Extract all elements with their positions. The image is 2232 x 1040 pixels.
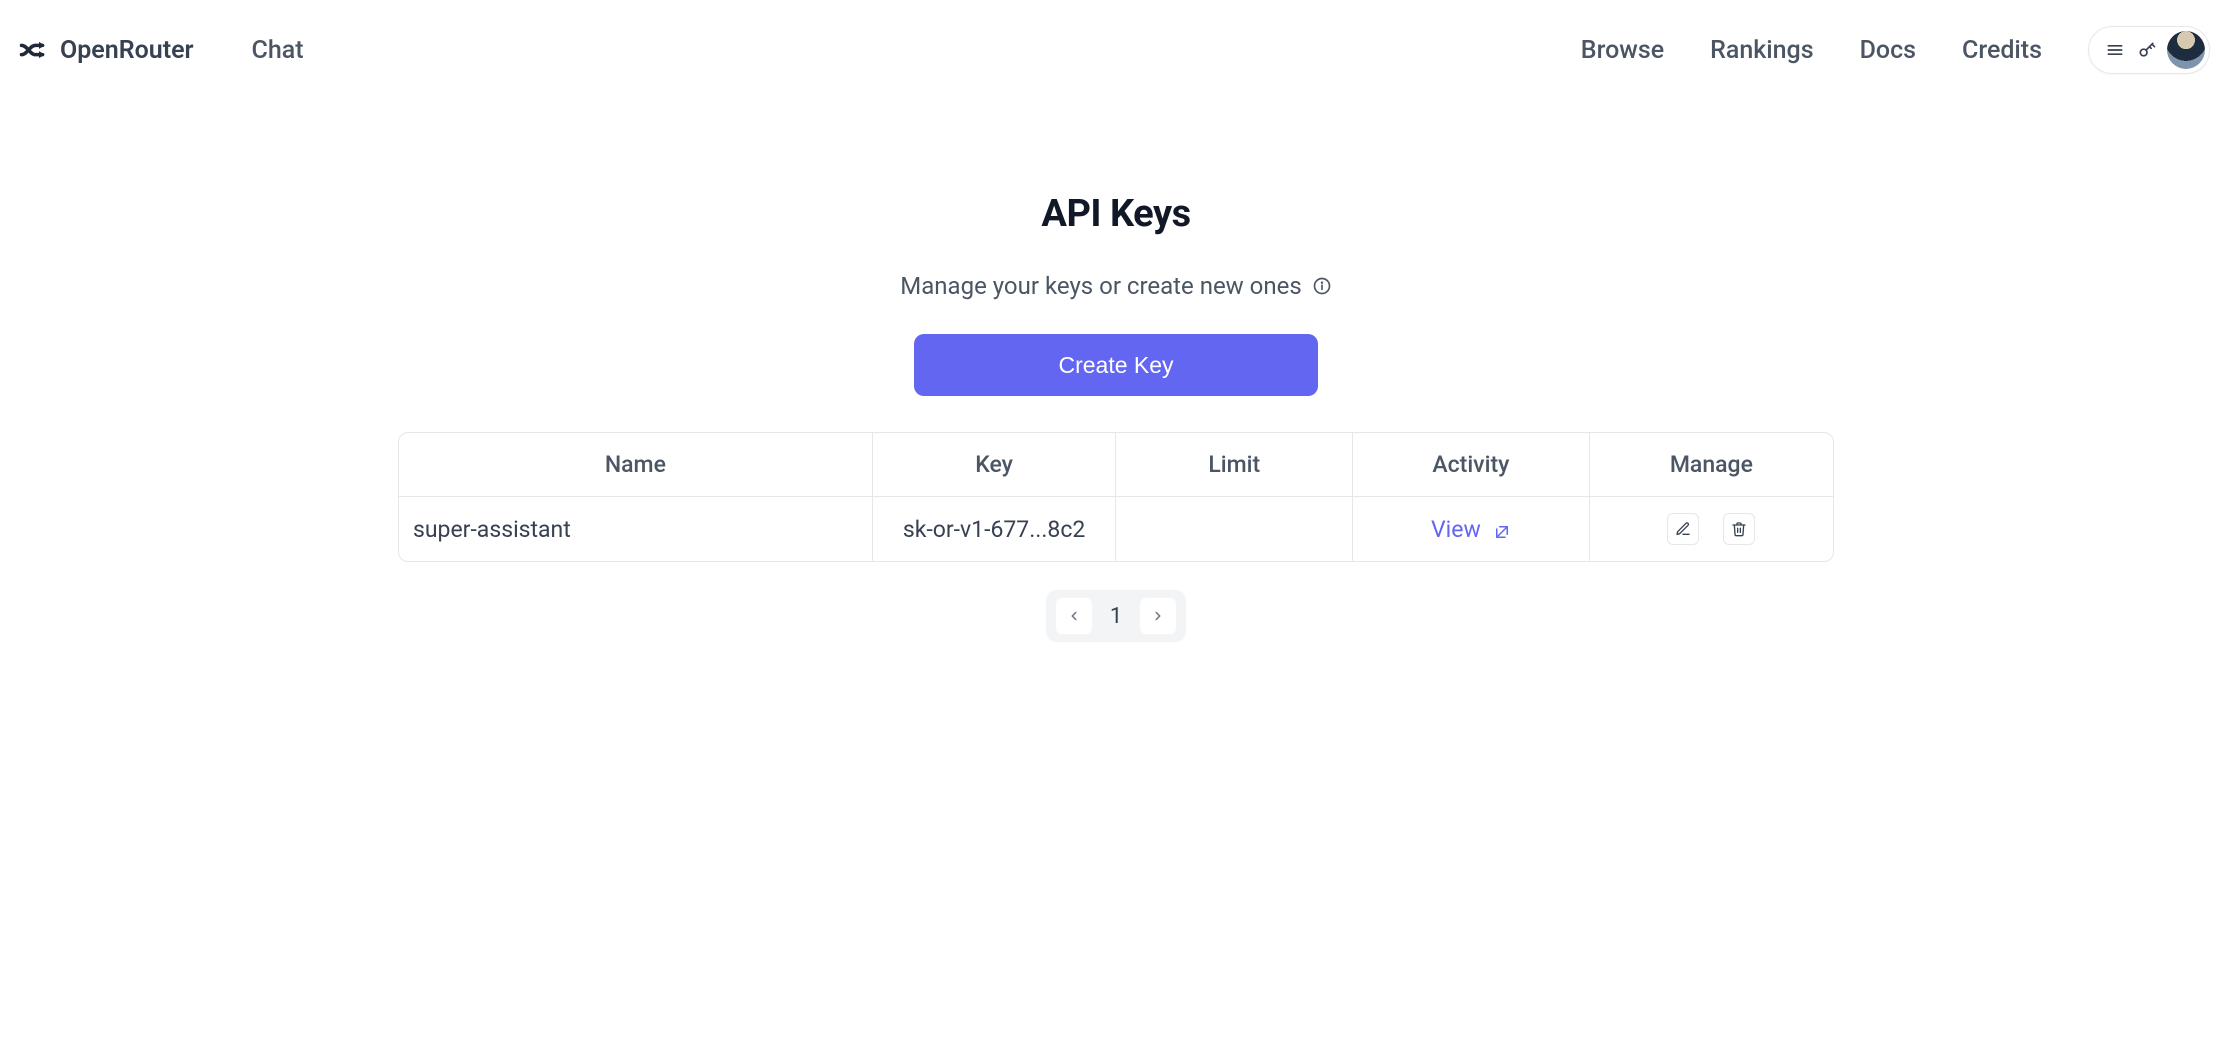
nav-link-browse[interactable]: Browse <box>1581 36 1664 65</box>
col-header-limit: Limit <box>1116 433 1353 497</box>
external-link-icon <box>1493 520 1511 538</box>
nav-link-chat[interactable]: Chat <box>252 36 304 65</box>
col-header-manage: Manage <box>1589 433 1833 497</box>
delete-key-button[interactable] <box>1723 513 1755 545</box>
brand[interactable]: OpenRouter <box>18 36 194 65</box>
pagination: 1 <box>1046 590 1186 642</box>
cell-activity: View <box>1353 497 1590 562</box>
col-header-activity: Activity <box>1353 433 1590 497</box>
info-icon[interactable] <box>1312 276 1332 296</box>
cell-manage <box>1589 497 1833 562</box>
page-subtitle-row: Manage your keys or create new ones <box>397 272 1835 300</box>
nav-left: OpenRouter Chat <box>18 36 304 65</box>
cell-name: super-assistant <box>399 497 872 562</box>
nav-link-credits[interactable]: Credits <box>1962 36 2042 65</box>
nav-link-rankings[interactable]: Rankings <box>1710 36 1814 65</box>
avatar[interactable] <box>2167 31 2205 69</box>
brand-logo-icon <box>18 36 46 64</box>
next-page-button[interactable] <box>1140 598 1176 634</box>
col-header-name: Name <box>399 433 872 497</box>
view-activity-link[interactable]: View <box>1431 516 1511 543</box>
nav-link-docs[interactable]: Docs <box>1860 36 1916 65</box>
menu-icon[interactable] <box>2103 38 2127 62</box>
top-nav: OpenRouter Chat Browse Rankings Docs Cre… <box>0 0 2232 100</box>
create-key-button[interactable]: Create Key <box>914 334 1318 396</box>
current-page-number: 1 <box>1102 604 1130 629</box>
col-header-key: Key <box>872 433 1116 497</box>
page-title: API Keys <box>397 192 1835 236</box>
edit-key-button[interactable] <box>1667 513 1699 545</box>
page-subtitle: Manage your keys or create new ones <box>900 272 1301 300</box>
prev-page-button[interactable] <box>1056 598 1092 634</box>
table-row: super-assistant sk-or-v1-677...8c2 View <box>399 497 1833 562</box>
view-activity-label: View <box>1431 516 1481 543</box>
table-header-row: Name Key Limit Activity Manage <box>399 433 1833 497</box>
main-content: API Keys Manage your keys or create new … <box>397 100 1835 642</box>
nav-right: Browse Rankings Docs Credits <box>1581 26 2210 74</box>
brand-name: OpenRouter <box>60 36 194 65</box>
api-keys-table: Name Key Limit Activity Manage super-ass… <box>398 432 1834 562</box>
key-icon[interactable] <box>2135 38 2159 62</box>
nav-user-pill <box>2088 26 2210 74</box>
cell-limit <box>1116 497 1353 562</box>
cell-key: sk-or-v1-677...8c2 <box>872 497 1116 562</box>
